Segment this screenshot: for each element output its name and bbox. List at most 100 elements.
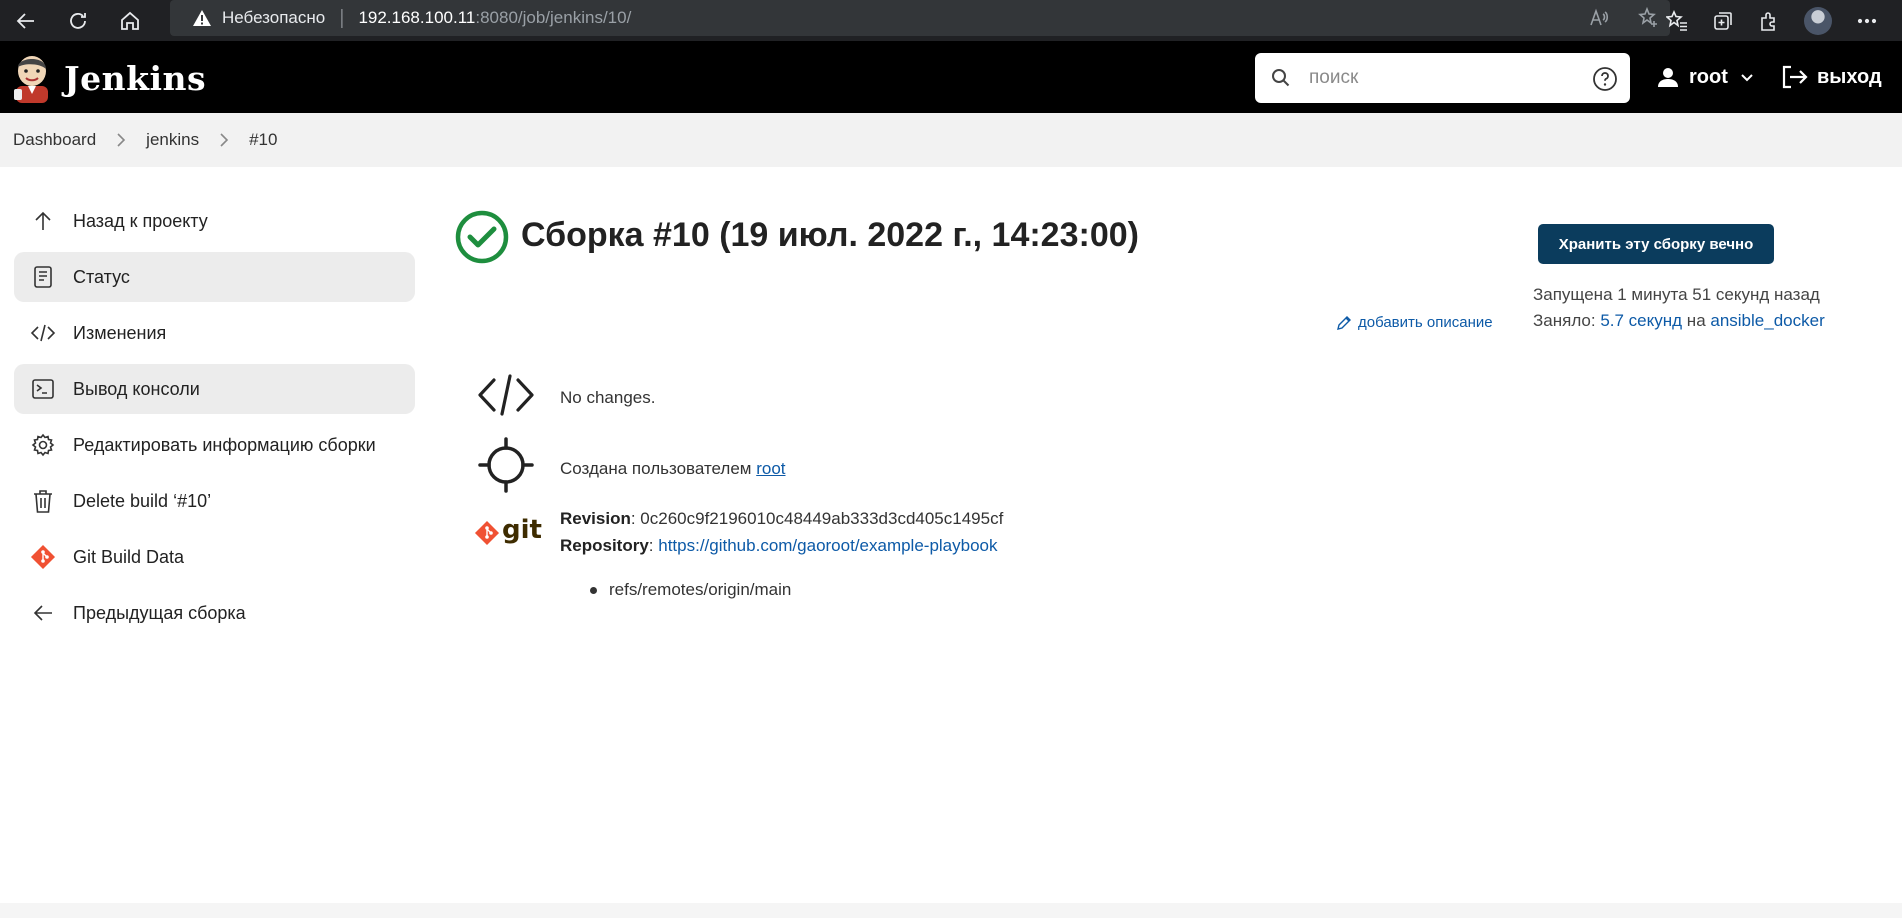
add-description-link[interactable]: добавить описание bbox=[1336, 314, 1493, 331]
git-logo: git bbox=[474, 515, 542, 546]
page-footer bbox=[0, 903, 1902, 918]
more-icon[interactable] bbox=[1856, 10, 1878, 32]
agent-link[interactable]: ansible_docker bbox=[1710, 311, 1824, 330]
add-description-label: добавить описание bbox=[1358, 314, 1493, 331]
started-by-prefix: Создана пользователем bbox=[560, 459, 757, 478]
search-input[interactable] bbox=[1309, 67, 1579, 89]
reload-button[interactable] bbox=[52, 0, 104, 41]
task-changes[interactable]: Изменения bbox=[14, 308, 415, 358]
breadcrumb-job[interactable]: jenkins bbox=[146, 130, 199, 150]
jenkins-logo[interactable]: Jenkins bbox=[12, 53, 206, 103]
logout-button[interactable]: выход bbox=[1781, 41, 1882, 113]
revision-value: : 0c260c9f2196010c48449ab333d3cd405c1495… bbox=[630, 509, 1004, 528]
extensions-icon[interactable] bbox=[1758, 10, 1780, 32]
address-separator: | bbox=[339, 6, 345, 29]
arrow-up-icon bbox=[29, 207, 57, 235]
gear-icon bbox=[29, 431, 57, 459]
started-by: Создана пользователем root bbox=[560, 459, 786, 479]
logout-label: выход bbox=[1817, 65, 1882, 88]
took-prefix: Заняло: bbox=[1533, 311, 1601, 330]
side-panel: Назад к проекту Статус Изменения Вывод к… bbox=[14, 196, 415, 644]
pencil-icon bbox=[1337, 315, 1351, 330]
started-by-user-link[interactable]: root bbox=[756, 459, 785, 478]
collections-icon[interactable] bbox=[1712, 10, 1734, 32]
read-aloud-icon[interactable] bbox=[1588, 7, 1610, 29]
task-label: Delete build ‘#10’ bbox=[73, 490, 212, 511]
chevron-down-icon bbox=[1741, 74, 1753, 82]
build-started-ago: Запущена 1 минута 51 секунд назад bbox=[1533, 285, 1820, 304]
bullet bbox=[590, 586, 597, 594]
repository-label: Repository bbox=[560, 536, 649, 555]
task-delete-build[interactable]: Delete build ‘#10’ bbox=[14, 476, 415, 526]
task-label: Git Build Data bbox=[73, 546, 185, 567]
warning-icon bbox=[193, 10, 211, 26]
keep-build-forever-button[interactable]: Хранить эту сборку вечно bbox=[1538, 224, 1774, 264]
address-bar[interactable]: Небезопасно | 192.168.100.11:8080/job/je… bbox=[170, 0, 1670, 36]
jenkins-butler-icon bbox=[14, 56, 48, 103]
arrow-left-icon bbox=[16, 12, 34, 29]
back-button[interactable] bbox=[0, 0, 52, 41]
trash-icon bbox=[29, 487, 57, 515]
breadcrumb-build[interactable]: #10 bbox=[249, 130, 277, 150]
ref-name: refs/remotes/origin/main bbox=[609, 580, 792, 599]
revision-label: Revision bbox=[560, 509, 631, 528]
code-icon bbox=[29, 319, 57, 347]
favorite-add-icon[interactable] bbox=[1638, 7, 1660, 29]
duration-link[interactable]: 5.7 секунд bbox=[1600, 311, 1682, 330]
success-status-icon bbox=[455, 210, 509, 264]
user-name: root bbox=[1689, 65, 1728, 88]
task-label: Редактировать информацию сборки bbox=[73, 434, 376, 455]
took-on: на bbox=[1682, 311, 1711, 330]
home-button[interactable] bbox=[104, 0, 156, 41]
breadcrumb-dashboard[interactable]: Dashboard bbox=[13, 130, 96, 150]
chevron-right-icon bbox=[117, 133, 126, 147]
list-item: refs/remotes/origin/main bbox=[590, 580, 791, 600]
task-back-to-project[interactable]: Назад к проекту bbox=[14, 196, 415, 246]
favorites-icon[interactable] bbox=[1666, 9, 1688, 32]
task-git-build-data[interactable]: Git Build Data bbox=[14, 532, 415, 582]
page-title: Сборка #10 (19 июл. 2022 г., 14:23:00) bbox=[521, 216, 1139, 254]
task-label: Изменения bbox=[73, 322, 167, 343]
jenkins-header: Jenkins root выход bbox=[0, 41, 1902, 113]
task-label: Назад к проекту bbox=[73, 210, 208, 231]
task-previous-build[interactable]: Предыдущая сборка bbox=[14, 588, 415, 638]
task-label: Статус bbox=[73, 266, 130, 287]
git-logo-text: git bbox=[502, 515, 542, 545]
browser-right-actions bbox=[1666, 0, 1902, 41]
repository-link[interactable]: https://github.com/gaoroot/example-playb… bbox=[658, 536, 997, 555]
terminal-icon bbox=[29, 375, 57, 403]
help-icon[interactable] bbox=[1592, 66, 1618, 92]
document-icon bbox=[29, 263, 57, 291]
repository: Repository: https://github.com/gaoroot/e… bbox=[560, 536, 998, 556]
chevron-right-icon bbox=[220, 133, 229, 147]
home-icon bbox=[121, 11, 139, 30]
address-actions bbox=[1588, 0, 1660, 36]
task-label: Предыдущая сборка bbox=[73, 602, 246, 623]
url-path: :8080/job/jenkins/10/ bbox=[475, 8, 632, 27]
search-box bbox=[1255, 53, 1630, 103]
breadcrumb: Dashboard jenkins #10 bbox=[0, 113, 1902, 167]
search-icon bbox=[1272, 69, 1290, 87]
task-status[interactable]: Статус bbox=[14, 252, 415, 302]
git-icon bbox=[474, 520, 500, 546]
browser-toolbar: Небезопасно | 192.168.100.11:8080/job/je… bbox=[0, 0, 1902, 41]
code-icon bbox=[478, 374, 534, 416]
build-duration: Заняло: 5.7 секунд на ansible_docker bbox=[1533, 311, 1825, 331]
revision: Revision: 0c260c9f2196010c48449ab333d3cd… bbox=[560, 509, 1003, 529]
reload-icon bbox=[70, 12, 86, 29]
task-edit-build-info[interactable]: Редактировать информацию сборки bbox=[14, 420, 415, 470]
arrow-left-icon bbox=[29, 599, 57, 627]
insecure-label: Небезопасно bbox=[222, 8, 326, 27]
user-icon bbox=[1658, 68, 1678, 87]
git-icon bbox=[29, 543, 57, 571]
brand-name: Jenkins bbox=[64, 58, 207, 98]
no-changes-text: No changes. bbox=[560, 388, 656, 407]
url-host: 192.168.100.11 bbox=[358, 8, 476, 27]
crosshair-icon bbox=[478, 437, 534, 493]
repository-separator: : bbox=[648, 536, 659, 555]
task-console-output[interactable]: Вывод консоли bbox=[14, 364, 415, 414]
logout-icon bbox=[1782, 65, 1808, 89]
user-menu[interactable]: root bbox=[1657, 41, 1754, 113]
task-label: Вывод консоли bbox=[73, 378, 200, 399]
avatar[interactable] bbox=[1804, 6, 1832, 35]
